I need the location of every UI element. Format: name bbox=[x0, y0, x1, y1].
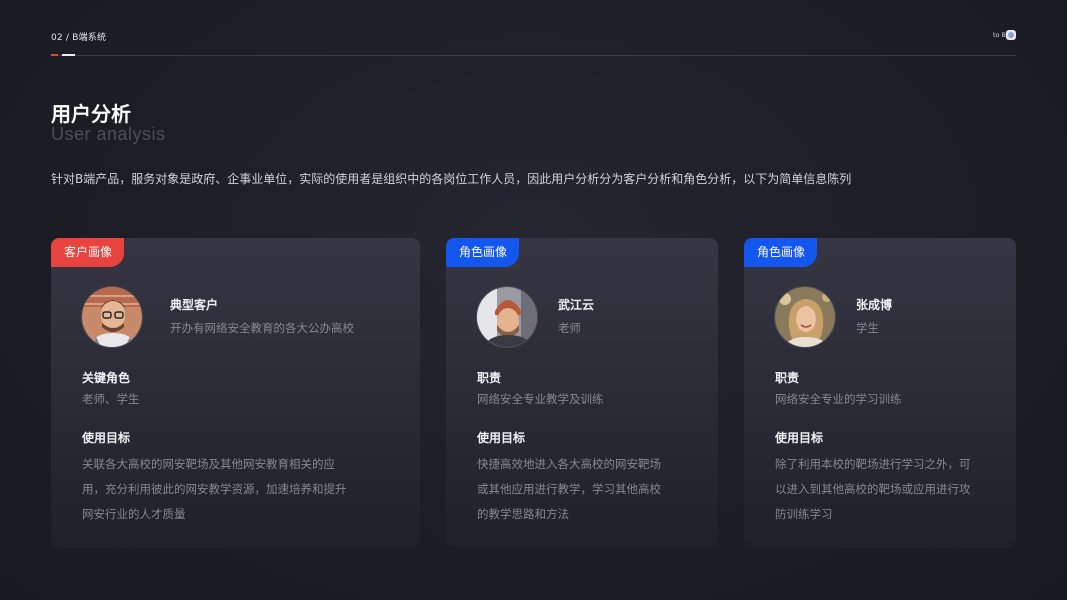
section-title: 关键角色 bbox=[82, 371, 131, 385]
section-text: 老师、学生 bbox=[82, 392, 140, 406]
goal-line: 的教学思路和方法 bbox=[477, 507, 569, 521]
section-title: 职责 bbox=[775, 371, 800, 385]
card-tag: 客户画像 bbox=[51, 238, 125, 267]
slide: 02 / B端系统 to B 用户分析 User analysis 针对B端产品… bbox=[0, 0, 1067, 600]
persona-desc: 学生 bbox=[856, 321, 879, 335]
section-text: 网络安全专业的学习训练 bbox=[775, 392, 902, 406]
persona-name: 典型客户 bbox=[170, 298, 219, 312]
goal-title: 使用目标 bbox=[82, 431, 131, 445]
page-subtitle: User analysis bbox=[51, 124, 166, 144]
section-text: 网络安全专业教学及训练 bbox=[477, 392, 604, 406]
card-tag: 角色画像 bbox=[744, 238, 818, 267]
card-tag: 角色画像 bbox=[446, 238, 520, 267]
goal-line: 或其他应用进行教学，学习其他高校 bbox=[477, 482, 661, 496]
goal-line: 除了利用本校的靶场进行学习之外，可 bbox=[775, 457, 971, 471]
teacher-persona-card: 角色画像 武江云 老师 职责 网络安全专业教学及训练 使用目标 快捷高效地进入各… bbox=[446, 238, 718, 548]
logo-icon bbox=[1006, 30, 1016, 40]
section-title: 职责 bbox=[477, 371, 502, 385]
goal-text: 快捷高效地进入各大高校的网安靶场 或其他应用进行教学，学习其他高校 的教学思路和… bbox=[477, 452, 661, 527]
goal-line: 防训练学习 bbox=[775, 507, 833, 521]
persona-desc: 开办有网络安全教育的各大公办高校 bbox=[170, 321, 354, 335]
goal-title: 使用目标 bbox=[477, 431, 526, 445]
goal-line: 网安行业的人才质量 bbox=[82, 507, 186, 521]
breadcrumb: 02 / B端系统 bbox=[51, 33, 107, 43]
divider-accent-red bbox=[51, 54, 58, 56]
avatar-woman-icon bbox=[774, 286, 836, 348]
avatar-man-glasses-icon bbox=[81, 286, 143, 348]
goal-title: 使用目标 bbox=[775, 431, 824, 445]
goal-line: 用，充分利用彼此的网安教学资源，加速培养和提升 bbox=[82, 482, 347, 496]
goal-text: 除了利用本校的靶场进行学习之外，可 以进入到其他高校的靶场或应用进行攻 防训练学… bbox=[775, 452, 971, 527]
to-b-label: to B bbox=[992, 31, 1006, 39]
page-title: 用户分析 bbox=[51, 102, 131, 126]
customer-persona-card: 客户画像 典型客户 开办有网络安全教育的各大公办高校 关键角色 老师、学生 使用… bbox=[51, 238, 420, 548]
goal-text: 关联各大高校的网安靶场及其他网安教育相关的应 用，充分利用彼此的网安教学资源，加… bbox=[82, 452, 347, 527]
goal-line: 关联各大高校的网安靶场及其他网安教育相关的应 bbox=[82, 457, 335, 471]
persona-name: 武江云 bbox=[558, 298, 595, 312]
divider-accent-white bbox=[62, 54, 75, 56]
goal-line: 快捷高效地进入各大高校的网安靶场 bbox=[477, 457, 661, 471]
top-bar: 02 / B端系统 to B bbox=[51, 30, 1016, 56]
intro-text: 针对B端产品，服务对象是政府、企事业单位，实际的使用者是组织中的各岗位工作人员，… bbox=[51, 172, 852, 186]
avatar-man-beanie-icon bbox=[476, 286, 538, 348]
goal-line: 以进入到其他高校的靶场或应用进行攻 bbox=[775, 482, 971, 496]
student-persona-card: 角色画像 张成博 学生 职责 网络安全专业的学习训练 使用目标 除了利用本校的靶… bbox=[744, 238, 1016, 548]
persona-desc: 老师 bbox=[558, 321, 581, 335]
header-divider bbox=[51, 55, 1016, 56]
persona-name: 张成博 bbox=[856, 298, 893, 312]
